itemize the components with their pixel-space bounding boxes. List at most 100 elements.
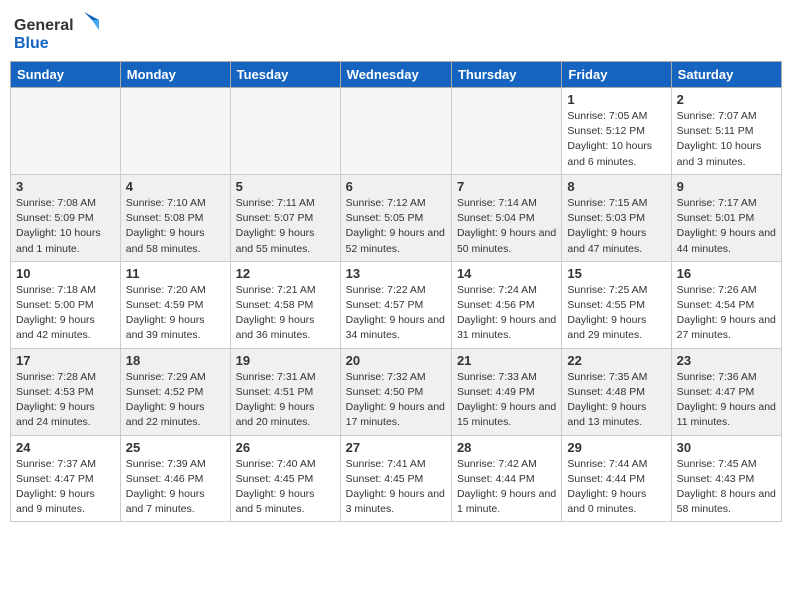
- day-info: Sunrise: 7:22 AMSunset: 4:57 PMDaylight:…: [346, 283, 446, 344]
- day-header-thursday: Thursday: [451, 62, 561, 88]
- day-number: 13: [346, 266, 446, 281]
- day-cell: [451, 88, 561, 175]
- day-number: 17: [16, 353, 115, 368]
- day-number: 4: [126, 179, 225, 194]
- calendar-table: SundayMondayTuesdayWednesdayThursdayFrid…: [10, 61, 782, 522]
- day-number: 8: [567, 179, 665, 194]
- day-info: Sunrise: 7:25 AMSunset: 4:55 PMDaylight:…: [567, 283, 665, 344]
- day-cell: 29Sunrise: 7:44 AMSunset: 4:44 PMDayligh…: [562, 435, 671, 522]
- day-number: 14: [457, 266, 556, 281]
- day-number: 30: [677, 440, 776, 455]
- day-cell: [230, 88, 340, 175]
- day-info: Sunrise: 7:29 AMSunset: 4:52 PMDaylight:…: [126, 370, 225, 431]
- day-number: 26: [236, 440, 335, 455]
- day-info: Sunrise: 7:14 AMSunset: 5:04 PMDaylight:…: [457, 196, 556, 257]
- day-number: 24: [16, 440, 115, 455]
- day-cell: 28Sunrise: 7:42 AMSunset: 4:44 PMDayligh…: [451, 435, 561, 522]
- day-number: 23: [677, 353, 776, 368]
- day-headers-row: SundayMondayTuesdayWednesdayThursdayFrid…: [11, 62, 782, 88]
- day-header-friday: Friday: [562, 62, 671, 88]
- day-info: Sunrise: 7:33 AMSunset: 4:49 PMDaylight:…: [457, 370, 556, 431]
- day-info: Sunrise: 7:37 AMSunset: 4:47 PMDaylight:…: [16, 457, 115, 518]
- day-number: 25: [126, 440, 225, 455]
- week-row-3: 17 Sunrise: 7:28 AMSunset: 4:53 PMDayligh…: [11, 348, 782, 435]
- day-cell: 3 Sunrise: 7:08 AMSunset: 5:09 PMDaylight…: [11, 174, 121, 261]
- day-cell: 26 Sunrise: 7:40 AMSunset: 4:45 PMDayligh…: [230, 435, 340, 522]
- day-number: 1: [567, 92, 665, 107]
- day-number: 16: [677, 266, 776, 281]
- day-info: Sunrise: 7:21 AMSunset: 4:58 PMDaylight:…: [236, 283, 335, 344]
- day-cell: 17 Sunrise: 7:28 AMSunset: 4:53 PMDayligh…: [11, 348, 121, 435]
- day-cell: 30 Sunrise: 7:45 AMSunset: 4:43 PMDayligh…: [671, 435, 781, 522]
- day-info: Sunrise: 7:41 AMSunset: 4:45 PMDaylight:…: [346, 457, 446, 518]
- day-info: Sunrise: 7:40 AMSunset: 4:45 PMDaylight:…: [236, 457, 335, 518]
- logo: GeneralBlue: [14, 10, 104, 55]
- svg-text:General: General: [14, 17, 74, 34]
- day-number: 15: [567, 266, 665, 281]
- day-cell: 8 Sunrise: 7:15 AMSunset: 5:03 PMDaylight…: [562, 174, 671, 261]
- day-info: Sunrise: 7:17 AMSunset: 5:01 PMDaylight:…: [677, 196, 776, 257]
- day-number: 28: [457, 440, 556, 455]
- day-cell: 4 Sunrise: 7:10 AMSunset: 5:08 PMDaylight…: [120, 174, 230, 261]
- day-cell: [120, 88, 230, 175]
- day-cell: 10Sunrise: 7:18 AMSunset: 5:00 PMDayligh…: [11, 261, 121, 348]
- day-cell: 23 Sunrise: 7:36 AMSunset: 4:47 PMDayligh…: [671, 348, 781, 435]
- day-cell: 19Sunrise: 7:31 AMSunset: 4:51 PMDayligh…: [230, 348, 340, 435]
- week-row-0: 1 Sunrise: 7:05 AMSunset: 5:12 PMDaylight…: [11, 88, 782, 175]
- day-number: 5: [236, 179, 335, 194]
- day-cell: [340, 88, 451, 175]
- day-info: Sunrise: 7:07 AMSunset: 5:11 PMDaylight:…: [677, 109, 776, 170]
- day-info: Sunrise: 7:24 AMSunset: 4:56 PMDaylight:…: [457, 283, 556, 344]
- day-cell: 18 Sunrise: 7:29 AMSunset: 4:52 PMDayligh…: [120, 348, 230, 435]
- day-info: Sunrise: 7:20 AMSunset: 4:59 PMDaylight:…: [126, 283, 225, 344]
- day-cell: 11 Sunrise: 7:20 AMSunset: 4:59 PMDayligh…: [120, 261, 230, 348]
- week-row-1: 3 Sunrise: 7:08 AMSunset: 5:09 PMDaylight…: [11, 174, 782, 261]
- day-header-monday: Monday: [120, 62, 230, 88]
- day-cell: 7Sunrise: 7:14 AMSunset: 5:04 PMDaylight…: [451, 174, 561, 261]
- day-cell: 16 Sunrise: 7:26 AMSunset: 4:54 PMDayligh…: [671, 261, 781, 348]
- day-number: 3: [16, 179, 115, 194]
- day-header-wednesday: Wednesday: [340, 62, 451, 88]
- day-info: Sunrise: 7:36 AMSunset: 4:47 PMDaylight:…: [677, 370, 776, 431]
- day-info: Sunrise: 7:28 AMSunset: 4:53 PMDaylight:…: [16, 370, 115, 431]
- day-header-sunday: Sunday: [11, 62, 121, 88]
- day-number: 18: [126, 353, 225, 368]
- day-number: 27: [346, 440, 446, 455]
- page-header: GeneralBlue: [10, 10, 782, 55]
- day-info: Sunrise: 7:05 AMSunset: 5:12 PMDaylight:…: [567, 109, 665, 170]
- day-number: 21: [457, 353, 556, 368]
- day-info: Sunrise: 7:31 AMSunset: 4:51 PMDaylight:…: [236, 370, 335, 431]
- day-info: Sunrise: 7:15 AMSunset: 5:03 PMDaylight:…: [567, 196, 665, 257]
- day-cell: 9 Sunrise: 7:17 AMSunset: 5:01 PMDaylight…: [671, 174, 781, 261]
- day-number: 11: [126, 266, 225, 281]
- day-info: Sunrise: 7:10 AMSunset: 5:08 PMDaylight:…: [126, 196, 225, 257]
- day-number: 12: [236, 266, 335, 281]
- day-number: 22: [567, 353, 665, 368]
- day-cell: 5Sunrise: 7:11 AMSunset: 5:07 PMDaylight…: [230, 174, 340, 261]
- day-number: 6: [346, 179, 446, 194]
- day-cell: 14 Sunrise: 7:24 AMSunset: 4:56 PMDayligh…: [451, 261, 561, 348]
- day-info: Sunrise: 7:45 AMSunset: 4:43 PMDaylight:…: [677, 457, 776, 518]
- day-number: 2: [677, 92, 776, 107]
- svg-text:Blue: Blue: [14, 35, 49, 52]
- day-info: Sunrise: 7:39 AMSunset: 4:46 PMDaylight:…: [126, 457, 225, 518]
- day-info: Sunrise: 7:32 AMSunset: 4:50 PMDaylight:…: [346, 370, 446, 431]
- day-cell: 24 Sunrise: 7:37 AMSunset: 4:47 PMDayligh…: [11, 435, 121, 522]
- day-cell: 21 Sunrise: 7:33 AMSunset: 4:49 PMDayligh…: [451, 348, 561, 435]
- day-header-saturday: Saturday: [671, 62, 781, 88]
- day-cell: 27 Sunrise: 7:41 AMSunset: 4:45 PMDayligh…: [340, 435, 451, 522]
- day-number: 29: [567, 440, 665, 455]
- day-cell: 6 Sunrise: 7:12 AMSunset: 5:05 PMDaylight…: [340, 174, 451, 261]
- day-cell: 20Sunrise: 7:32 AMSunset: 4:50 PMDayligh…: [340, 348, 451, 435]
- day-info: Sunrise: 7:08 AMSunset: 5:09 PMDaylight:…: [16, 196, 115, 257]
- day-cell: 22Sunrise: 7:35 AMSunset: 4:48 PMDayligh…: [562, 348, 671, 435]
- day-info: Sunrise: 7:12 AMSunset: 5:05 PMDaylight:…: [346, 196, 446, 257]
- week-row-2: 10Sunrise: 7:18 AMSunset: 5:00 PMDayligh…: [11, 261, 782, 348]
- day-header-tuesday: Tuesday: [230, 62, 340, 88]
- day-info: Sunrise: 7:26 AMSunset: 4:54 PMDaylight:…: [677, 283, 776, 344]
- day-cell: 1 Sunrise: 7:05 AMSunset: 5:12 PMDaylight…: [562, 88, 671, 175]
- day-cell: 25 Sunrise: 7:39 AMSunset: 4:46 PMDayligh…: [120, 435, 230, 522]
- day-cell: 13 Sunrise: 7:22 AMSunset: 4:57 PMDayligh…: [340, 261, 451, 348]
- day-number: 9: [677, 179, 776, 194]
- day-cell: 12 Sunrise: 7:21 AMSunset: 4:58 PMDayligh…: [230, 261, 340, 348]
